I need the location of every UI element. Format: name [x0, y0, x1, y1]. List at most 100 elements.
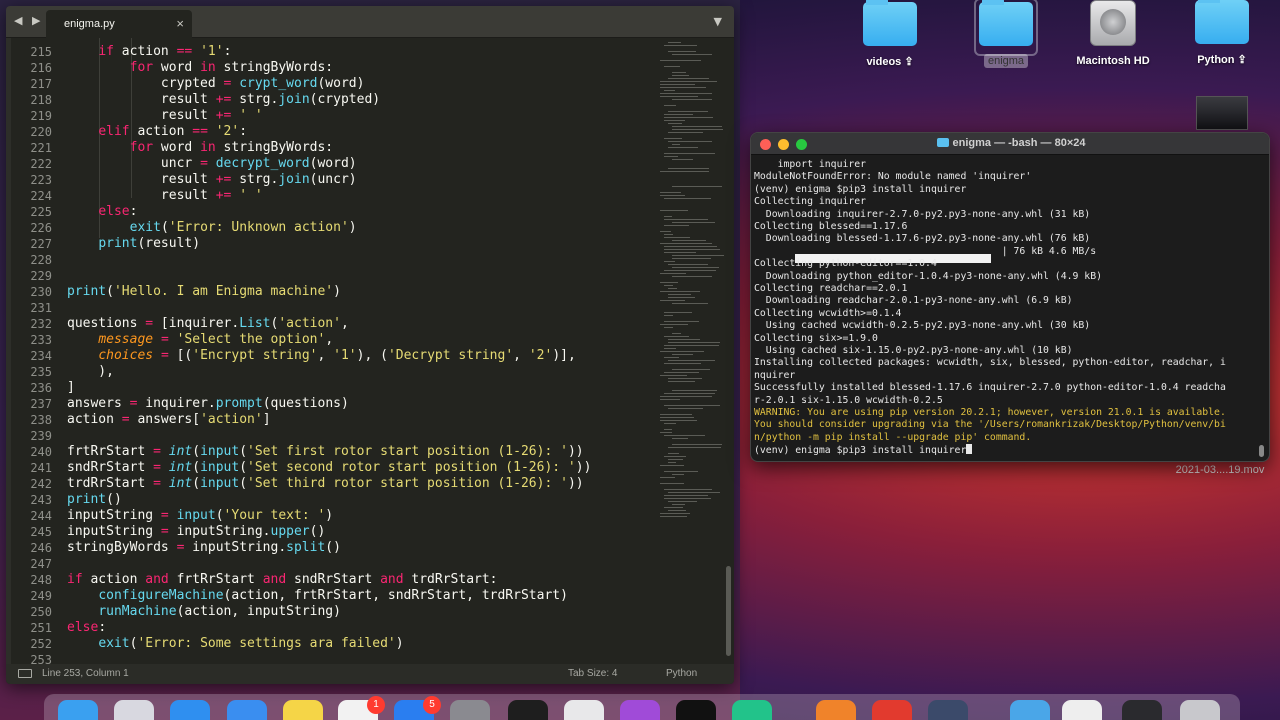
code-line[interactable]: 241 sndRrStart = int(input('Set second ro… [6, 460, 654, 476]
editor-scroll-thumb[interactable] [726, 566, 731, 656]
code-line[interactable]: 236] [6, 380, 654, 396]
terminal-window[interactable]: enigma — -bash — 80×24 import inquirer Mo… [750, 132, 1270, 462]
panel-toggle-icon[interactable] [18, 669, 32, 678]
terminal-scrollbar[interactable] [1258, 159, 1265, 459]
code-line[interactable]: 250 runMachine(action, inputString) [6, 604, 654, 620]
code-line[interactable]: 233 message = 'Select the option', [6, 332, 654, 348]
launchpad-icon[interactable] [114, 700, 154, 720]
code-token: (result) [137, 236, 201, 251]
desktop-icon-enigma[interactable]: enigma [956, 0, 1056, 68]
code-token: 'action' [278, 316, 341, 331]
syntax-selector[interactable]: Python [666, 668, 697, 679]
finder-icon[interactable] [58, 700, 98, 720]
minimap-line [668, 147, 698, 148]
code-line[interactable]: 235 ), [6, 364, 654, 380]
chrome-icon[interactable] [872, 700, 912, 720]
code-line[interactable]: 240 frtRrStart = int(input('Set first rot… [6, 444, 654, 460]
minimap-line [664, 498, 711, 499]
movie-file-thumbnail[interactable] [1196, 96, 1248, 130]
code-area[interactable]: 215 if action == '1': 216 for word in str… [6, 38, 654, 664]
notes-icon[interactable] [283, 700, 323, 720]
code-line[interactable]: 228 [6, 252, 654, 268]
code-line[interactable]: 227 print(result) [6, 236, 654, 252]
minimap-line [668, 459, 683, 460]
desktop-icon-videos[interactable]: videos ⇪ [840, 0, 940, 69]
tab-size-selector[interactable]: Tab Size: 4 [568, 668, 617, 679]
code-line[interactable]: 216 for word in stringByWords: [6, 60, 654, 76]
terminal-scroll-thumb[interactable] [1259, 445, 1264, 457]
minimap-line [672, 144, 680, 145]
code-line[interactable]: 226 exit('Error: Unknown action') [6, 220, 654, 236]
code-token: = [121, 412, 130, 427]
code-line[interactable]: 223 result += strg.join(uncr) [6, 172, 654, 188]
code-line[interactable]: 243 print() [6, 492, 654, 508]
code-line[interactable]: 247 [6, 556, 654, 572]
code-line[interactable]: 248 if action and frtRrStart and sndRrSta… [6, 572, 654, 588]
terminal-line: Collecting six>=1.9.0 [754, 332, 878, 344]
code-line[interactable]: 237 answers = inquirer.prompt(questions) [6, 396, 654, 412]
code-line[interactable]: 252 exit('Error: Some settings ara faile… [6, 636, 654, 652]
code-line[interactable]: 245 inputString = inputString.upper() [6, 524, 654, 540]
minimap-line [668, 297, 695, 298]
code-line[interactable]: 238 action = answers['action'] [6, 412, 654, 428]
quicktime-icon[interactable] [928, 700, 968, 720]
mail-icon[interactable] [227, 700, 267, 720]
code-line[interactable]: 224 result += ' ' [6, 188, 654, 204]
code-line[interactable]: 242 trdRrStart = int(input('Set third rot… [6, 476, 654, 492]
pycharm-icon[interactable] [732, 700, 772, 720]
minimap-line [664, 225, 689, 226]
code-line[interactable]: 218 result += strg.join(crypted) [6, 92, 654, 108]
minimap-line [664, 249, 720, 250]
code-line[interactable]: 249 configureMachine(action, frtRrStart,… [6, 588, 654, 604]
code-text: sndRrStart = int(input('Set second rotor… [67, 460, 591, 476]
line-number: 232 [30, 317, 52, 331]
tab-title: enigma.py [64, 18, 115, 30]
code-line[interactable]: 253 [6, 652, 654, 664]
downloads-folder-icon[interactable] [1010, 700, 1050, 720]
minimap[interactable] [654, 38, 725, 664]
system-preferences-icon[interactable] [450, 700, 490, 720]
podcasts-icon[interactable] [620, 700, 660, 720]
code-line[interactable]: 230 print('Hello. I am Enigma machine') [6, 284, 654, 300]
code-line[interactable]: 225 else: [6, 204, 654, 220]
code-line[interactable]: 239 [6, 428, 654, 444]
code-line[interactable]: 220 elif action == '2': [6, 124, 654, 140]
code-token: () [325, 540, 341, 555]
movie-file-label[interactable]: 2021-03....19.mov [1160, 464, 1280, 476]
trash-icon[interactable] [1180, 700, 1220, 720]
code-line[interactable]: 246 stringByWords = inputString.split() [6, 540, 654, 556]
tab-nav-arrows-icon[interactable]: ◀ ▶ [14, 14, 43, 27]
close-tab-icon[interactable]: × [176, 16, 184, 31]
sublime-editor-window[interactable]: ◀ ▶ enigma.py × ▼ 215 if action == '1': 2… [6, 6, 734, 684]
script-editor-icon[interactable] [564, 700, 604, 720]
apple-tv-icon[interactable] [676, 700, 716, 720]
desktop-icon-label: Python ⇪ [1197, 54, 1247, 66]
minimap-line [668, 381, 695, 382]
tab-dropdown-icon[interactable]: ▼ [714, 15, 722, 28]
code-token: += [215, 92, 232, 107]
code-line[interactable]: 217 crypted = crypt_word(word) [6, 76, 654, 92]
code-line[interactable]: 221 for word in stringByWords: [6, 140, 654, 156]
terminal-icon[interactable] [508, 700, 548, 720]
sublime-text-icon[interactable] [816, 700, 856, 720]
safari-icon[interactable] [170, 700, 210, 720]
terminal-output[interactable]: import inquirer ModuleNotFoundError: No m… [754, 159, 1254, 459]
code-line[interactable]: 229 [6, 268, 654, 284]
desktop-icon-macintosh-hd[interactable]: Macintosh HD [1063, 0, 1163, 68]
code-line[interactable]: 222 uncr = decrypt_word(word) [6, 156, 654, 172]
code-line[interactable]: 251 else: [6, 620, 654, 636]
code-line[interactable]: 219 result += ' ' [6, 108, 654, 124]
document-stack-icon[interactable] [1062, 700, 1102, 720]
terminal-titlebar[interactable]: enigma — -bash — 80×24 [751, 133, 1269, 155]
terminal-title: enigma — -bash — 80×24 [751, 137, 1269, 149]
code-line[interactable]: 231 [6, 300, 654, 316]
desktop-icon-python[interactable]: Python ⇪ [1172, 0, 1272, 67]
screen-recording-icon[interactable] [1122, 700, 1162, 720]
code-token: 'Error: Some settings ara failed' [137, 636, 396, 651]
code-line[interactable]: 234 choices = [('Encrypt string', '1'), … [6, 348, 654, 364]
tab-enigma-py[interactable]: enigma.py × [46, 10, 192, 38]
code-line[interactable]: 244 inputString = input('Your text: ') [6, 508, 654, 524]
code-line[interactable]: 232 questions = [inquirer.List('action', [6, 316, 654, 332]
code-line[interactable]: 215 if action == '1': [6, 44, 654, 60]
